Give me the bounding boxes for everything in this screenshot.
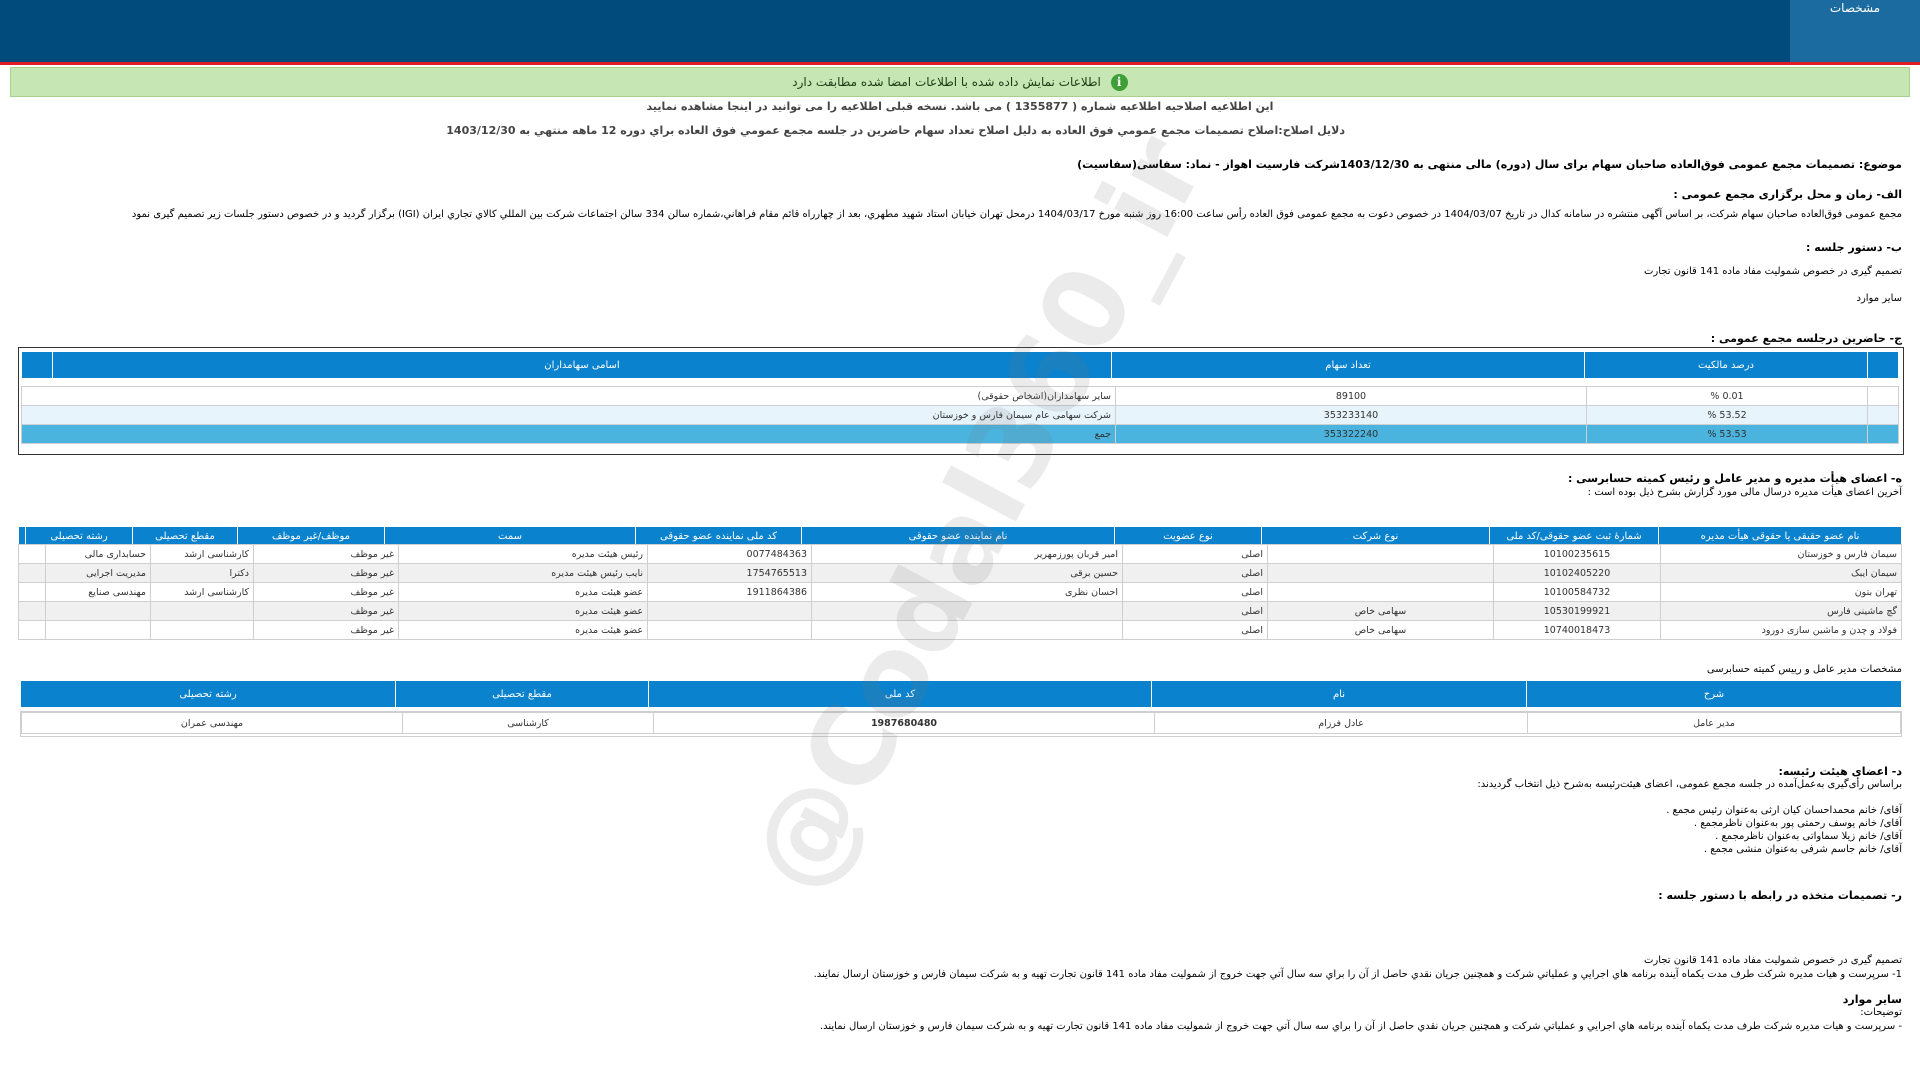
correction-note[interactable]: این اطلاعیه اصلاحیه اطلاعیه شماره ( 1355… (0, 100, 1920, 113)
col-name: نام (1151, 680, 1527, 708)
shareholder-cell: جمع (21, 424, 1116, 444)
ceo-row-box: مدیر عامل عادل فرزام 1987680480 کارشناسی… (20, 711, 1902, 737)
col-rep-id: کد ملی نماینده عضو حقوقی (635, 526, 802, 546)
subject-title: موضوع: تصمیمات مجمع عمومی فوق‌العاده صاح… (1077, 158, 1902, 171)
ceo-title: مشخصات مدیر عامل و رییس کمیته حسابرسی (1706, 664, 1902, 675)
section-b-title: ب- دستور جلسه : (1806, 241, 1902, 254)
ceo-table-header: شرح نام کد ملی مقطع تحصیلی رشته تحصیلی (20, 680, 1902, 708)
table-row: سیمان فارس و خوزستان 10100235615 اصلی ام… (18, 544, 1902, 564)
correction-reason: دلایل اصلاح:اصلاح تصمیمات مجمع عمومي فوق… (446, 124, 1345, 137)
table-row: مدیر عامل عادل فرزام 1987680480 کارشناسی… (21, 712, 1901, 734)
agenda-item: تصمیم گیری در خصوص شمولیت مفاد ماده 141 … (1643, 266, 1902, 277)
ceo-table: مدیر عامل عادل فرزام 1987680480 کارشناسی… (21, 712, 1901, 734)
section-c-title: ج- حاضرین درجلسه مجمع عمومی : (1710, 332, 1902, 345)
section-a-title: الف- زمان و محل برگزاری مجمع عمومی : (1673, 188, 1902, 201)
board-table: نام عضو حقیقی یا حقوقی هیأت مدیره شمارهٔ… (18, 526, 1902, 546)
table-row: 0.01 % 89100 سایر سهامداران(اشخاص حقوقی) (21, 386, 1899, 406)
presidium-list: آقای/ خانم محمداحسان کیان ارثی به‌عنوان … (1666, 804, 1902, 856)
attendees-table-header: درصد مالکیت تعداد سهام اسامی سهامداران (21, 351, 1899, 379)
col-member: نام عضو حقیقی یا حقوقی هیأت مدیره (1658, 526, 1902, 546)
col-rep-name: نام نماینده عضو حقوقی (801, 526, 1115, 546)
tab-details[interactable]: مشخصات (1790, 0, 1920, 62)
list-item: آقای/ خانم یوسف رحمتی پور به‌عنوان ناظرم… (1693, 818, 1902, 829)
header-spacer (21, 351, 53, 379)
notes-label: توضیحات: (1860, 1007, 1902, 1018)
col-national-id: کد ملی (648, 680, 1152, 708)
shares-cell: 353233140 (1115, 405, 1587, 425)
decision-text: 1- سرپرست و هيات مديره شرکت طرف مدت يکما… (813, 969, 1902, 980)
col-ownership: درصد مالکیت (1584, 351, 1868, 379)
section-presidium-title: د- اعضای هیئت رئیسه: (1778, 765, 1902, 778)
col-degree: مقطع تحصیلی (132, 526, 238, 546)
ownership-cell: 53.52 % (1586, 405, 1868, 425)
table-row: گچ ماشینی فارس 10530199921 سهامی خاص اصل… (18, 601, 1902, 621)
col-degree: مقطع تحصیلی (395, 680, 649, 708)
attendees-table: 0.01 % 89100 سایر سهامداران(اشخاص حقوقی)… (21, 386, 1899, 444)
top-banner: مشخصات (0, 0, 1920, 65)
table-row: فولاد و چدن و ماشین سازی دورود 107400184… (18, 620, 1902, 640)
other-items-title: سایر موارد (1842, 993, 1902, 1006)
table-row-total: 53.53 % 353322240 جمع (21, 424, 1899, 444)
decision-topic: تصمیم گیری در خصوص شمولیت مفاد ماده 141 … (1643, 955, 1902, 966)
col-membership: نوع عضویت (1114, 526, 1262, 546)
col-shareholders: اسامی سهامداران (52, 351, 1112, 379)
section-presidium-intro: براساس رأی‌گیری به‌عمل‌آمده در جلسه مجمع… (1477, 779, 1902, 790)
watermark: @Codal360_ir (724, 115, 1229, 913)
shares-cell: 353322240 (1115, 424, 1587, 444)
info-icon: i (1110, 74, 1128, 91)
shares-cell: 89100 (1115, 386, 1587, 406)
ownership-cell: 0.01 % (1586, 386, 1868, 406)
list-item: آقای/ خانم زیلا سماواتی به‌عنوان ناظرمجم… (1715, 831, 1902, 842)
col-shares: تعداد سهام (1111, 351, 1585, 379)
shareholder-cell: سایر سهامداران(اشخاص حقوقی) (21, 386, 1116, 406)
ownership-cell: 53.53 % (1586, 424, 1868, 444)
list-item: آقای/ خانم جاسم شرفی به‌عنوان منشی مجمع … (1703, 844, 1902, 855)
table-row: سیمان ایبک 10102405220 اصلی حسین برقی 17… (18, 563, 1902, 583)
attendees-table-box: درصد مالکیت تعداد سهام اسامی سهامداران 0… (18, 347, 1904, 455)
header-spacer (18, 526, 26, 546)
table-row: تهران بتون 10100584732 اصلی احسان نظری 1… (18, 582, 1902, 602)
col-executive: موظف/غیر موظف (237, 526, 385, 546)
header-spacer (1867, 351, 1899, 379)
notes-text: - سرپرست و هيات مديره شرکت طرف مدت يکماه… (819, 1021, 1902, 1032)
shareholder-cell: شرکت سهامی عام سیمان فارس و خوزستان (21, 405, 1116, 425)
col-field: رشته تحصیلی (25, 526, 133, 546)
verification-notice: i اطلاعات نمایش داده شده با اطلاعات امضا… (10, 67, 1910, 97)
col-desc: شرح (1526, 680, 1902, 708)
section-a-text: مجمع عمومی فوق‌العاده صاحبان سهام شرکت، … (131, 209, 1902, 220)
col-reg-no: شمارهٔ ثبت عضو حقوقی/کد ملی (1489, 526, 1659, 546)
col-position: سمت (384, 526, 636, 546)
board-table-body: سیمان فارس و خوزستان 10100235615 اصلی ام… (18, 544, 1902, 640)
agenda-item: سایر موارد (1856, 293, 1903, 304)
col-field: رشته تحصیلی (20, 680, 396, 708)
section-decisions-title: ر- تصمیمات متخذه در رابطه با دستور جلسه … (1658, 889, 1902, 902)
section-board-title: ه- اعضای هیأت مدیره و مدیر عامل و رئیس ک… (1567, 472, 1902, 485)
col-company-type: نوع شرکت (1261, 526, 1490, 546)
notice-text: اطلاعات نمایش داده شده با اطلاعات امضا ش… (792, 75, 1101, 89)
section-board-subtitle: آخرین اعضای هیأت مدیره درسال مالی مورد گ… (1587, 487, 1902, 498)
list-item: آقای/ خانم محمداحسان کیان ارثی به‌عنوان … (1666, 805, 1902, 816)
table-row: 53.52 % 353233140 شرکت سهامی عام سیمان ف… (21, 405, 1899, 425)
